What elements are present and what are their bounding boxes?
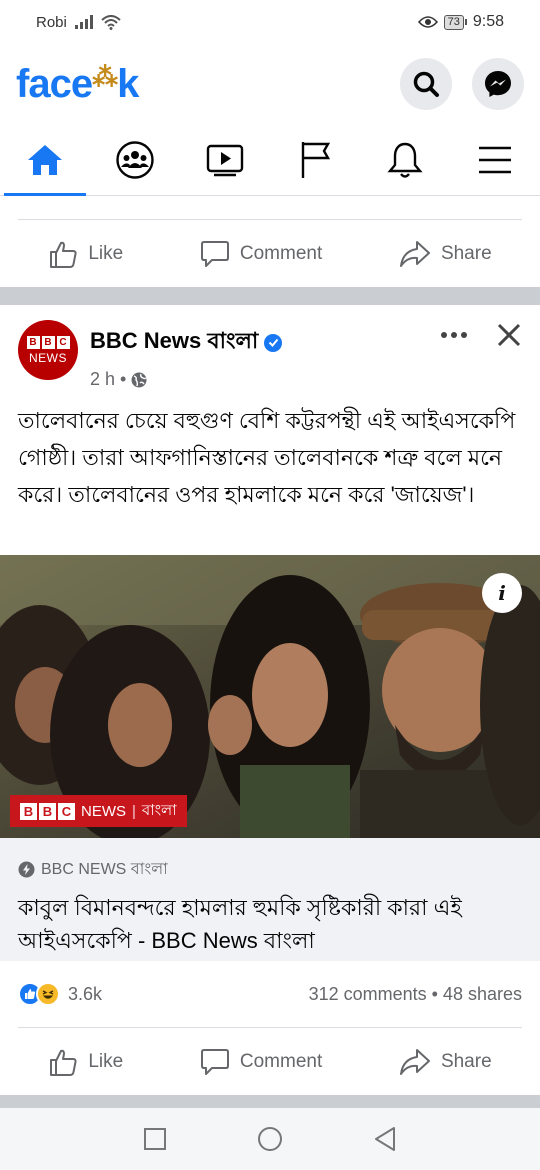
- bbc-logo: BBC: [26, 335, 70, 349]
- facebook-logo[interactable]: face⁂k: [16, 61, 139, 107]
- comment-label: Comment: [239, 1051, 323, 1072]
- tab-notifications[interactable]: [360, 124, 450, 195]
- battery-level: 73: [443, 14, 464, 30]
- tab-watch[interactable]: [180, 124, 270, 195]
- back-icon[interactable]: [373, 1126, 397, 1152]
- like-label: Like: [88, 1051, 124, 1072]
- battery-icon: 73: [443, 14, 467, 30]
- divider: [18, 1027, 522, 1028]
- reaction-icons[interactable]: [18, 982, 60, 1006]
- recents-icon[interactable]: [143, 1127, 167, 1151]
- wifi-icon: [101, 14, 121, 30]
- comment-label: Comment: [239, 243, 323, 264]
- more-options-icon[interactable]: [440, 322, 468, 348]
- flag-icon: [301, 141, 331, 178]
- link-preview-card[interactable]: BBC NEWS বাংলা কাবুল বিমানবন্দরে হামলার …: [0, 838, 540, 961]
- header-actions: [400, 58, 524, 110]
- avatar-news-text: NEWS: [29, 350, 67, 365]
- tab-home[interactable]: [0, 124, 90, 196]
- comment-icon: [200, 1049, 229, 1075]
- feed-separator: [0, 1095, 540, 1108]
- tab-menu[interactable]: [450, 124, 540, 195]
- like-icon: [50, 241, 77, 268]
- home-icon: [28, 144, 62, 175]
- feed-separator: [0, 287, 540, 305]
- like-button[interactable]: Like: [48, 1047, 123, 1077]
- link-title: কাবুল বিমানবন্দরে হামলার হুমকি সৃষ্টিকার…: [18, 895, 462, 953]
- post-controls: [440, 320, 522, 384]
- bbc-watermark: BBC NEWS | বাংলা: [10, 795, 187, 827]
- link-source: BBC NEWS বাংলা: [18, 856, 522, 883]
- groups-icon: [116, 140, 154, 179]
- search-button[interactable]: [400, 58, 452, 110]
- watch-icon: [206, 144, 244, 176]
- post-time[interactable]: 2 h •: [90, 369, 282, 390]
- tab-pages[interactable]: [270, 124, 360, 195]
- post-actions: Like Comment Share: [0, 1029, 540, 1095]
- reactions-bar: 3.6k 312 comments • 48 shares: [18, 972, 522, 1016]
- globe-icon: [131, 372, 147, 387]
- bell-icon: [387, 142, 423, 178]
- share-icon: [399, 241, 430, 267]
- info-button[interactable]: i: [482, 573, 522, 613]
- tab-groups[interactable]: [90, 124, 180, 195]
- lightning-icon: [18, 861, 35, 878]
- comment-button[interactable]: Comment: [200, 1047, 322, 1077]
- post-image[interactable]: i BBC NEWS | বাংলা: [0, 555, 540, 838]
- home-nav-icon[interactable]: [257, 1126, 283, 1152]
- carrier-name: Robi: [36, 13, 67, 31]
- share-button[interactable]: Share: [399, 239, 492, 269]
- messenger-icon: [485, 71, 511, 97]
- eye-comfort-icon: [417, 16, 438, 28]
- reaction-count[interactable]: 3.6k: [68, 984, 102, 1005]
- share-label: Share: [440, 1051, 492, 1072]
- system-nav-bar: [0, 1108, 540, 1170]
- haha-reaction-icon: [36, 982, 60, 1006]
- watermark-news: NEWS: [81, 802, 126, 820]
- like-label: Like: [88, 243, 124, 264]
- doodle-icon: ⁂: [92, 61, 118, 92]
- close-icon[interactable]: [496, 322, 522, 348]
- carrier-group: Robi: [36, 14, 121, 31]
- page-avatar[interactable]: BBC NEWS: [18, 320, 78, 380]
- main-nav: [0, 124, 540, 196]
- comment-icon: [200, 241, 229, 267]
- page-name[interactable]: BBC News বাংলা: [90, 324, 283, 361]
- comment-button[interactable]: Comment: [200, 239, 322, 269]
- watermark-lang: বাংলা: [141, 801, 177, 819]
- post-text: তালেবানের চেয়ে বহুগুণ বেশি কট্টরপন্থী এ…: [18, 408, 516, 507]
- menu-icon: [479, 146, 511, 173]
- status-bar: Robi 73 9:58: [0, 0, 540, 44]
- post-meta: BBC News বাংলা 2 h •: [90, 320, 283, 389]
- divider: [18, 219, 522, 220]
- like-icon: [50, 1049, 77, 1076]
- share-label: Share: [440, 243, 492, 264]
- prev-post-actions: Like Comment Share: [0, 221, 540, 287]
- like-button[interactable]: Like: [48, 239, 123, 269]
- messenger-button[interactable]: [472, 58, 524, 110]
- signal-icon: [74, 15, 93, 29]
- comments-shares-stats[interactable]: 312 comments • 48 shares: [309, 984, 522, 1005]
- verified-icon: [264, 333, 283, 352]
- clock: 9:58: [472, 13, 504, 30]
- share-icon: [399, 1049, 430, 1075]
- search-icon: [413, 71, 439, 97]
- status-right: 73 9:58: [417, 13, 504, 31]
- app-header: face⁂k: [0, 44, 540, 124]
- post-header: BBC NEWS BBC News বাংলা 2 h •: [18, 320, 522, 389]
- share-button[interactable]: Share: [399, 1047, 492, 1077]
